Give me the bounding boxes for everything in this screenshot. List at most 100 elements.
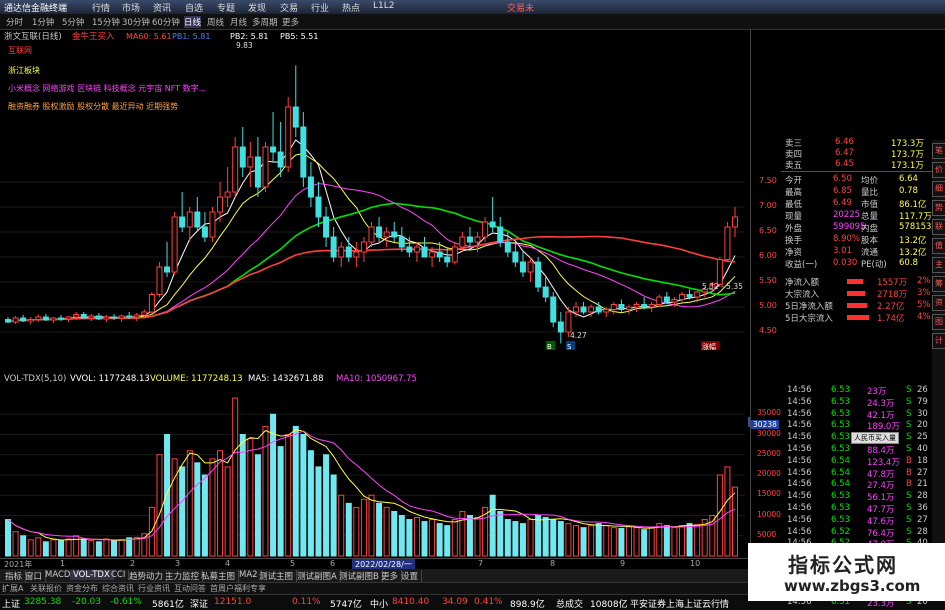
candle-body	[550, 296, 557, 323]
tick-direction: S	[906, 503, 912, 513]
volume-header: VOL-TDX(5,10) VVOL: 1177248.13 VOLUME: 1…	[0, 373, 750, 386]
candle-body	[12, 317, 19, 323]
side-tab[interactable]: 价	[932, 162, 945, 178]
tick-direction: S	[906, 408, 912, 419]
side-tab[interactable]: 势	[932, 200, 945, 216]
tick-count: 18	[917, 455, 928, 466]
vol-ma10: MA10: 1050967.75	[336, 374, 417, 384]
sh-index-change: -20.03	[72, 597, 102, 607]
tooltip: 人民币买入量	[851, 432, 899, 444]
candle-body	[572, 306, 579, 313]
tab-test-main[interactable]: 测试主图	[256, 570, 298, 582]
ext-tab-funds[interactable]: 资金分布	[66, 583, 98, 594]
volume-bar	[398, 515, 405, 557]
tick-volume: 123.4万	[867, 457, 900, 468]
candle-body	[413, 246, 420, 253]
order-label: 卖五	[785, 161, 803, 171]
volume-bar	[610, 527, 617, 557]
ext-tab-promo[interactable]: 首周户福利专享	[210, 583, 266, 594]
menu-quotes[interactable]: 行情	[92, 1, 110, 14]
period-tab-30m[interactable]: 30分钟	[122, 16, 150, 28]
menu-market[interactable]: 市场	[122, 1, 140, 14]
tick-price: 6.54	[831, 467, 850, 478]
signal-label: 金牛王买入	[72, 31, 115, 42]
flow-row: 5日大宗流入 1.74亿 4%	[751, 312, 933, 324]
tab-test-sub-b[interactable]: 测试副图B	[336, 570, 383, 582]
tab-trend-power[interactable]: 趋势动力	[126, 570, 168, 582]
candle-body	[186, 211, 193, 228]
stat-row: 外盘 599095 内盘 578153	[751, 222, 933, 234]
period-tab-intraday[interactable]: 分时	[6, 16, 23, 28]
candle-body	[656, 296, 663, 305]
flow-value: 2718万	[877, 290, 908, 300]
candle-body	[429, 251, 436, 258]
period-tab-weekly[interactable]: 周线	[207, 16, 224, 28]
tick-price: 6.53	[831, 385, 850, 395]
volume-chart[interactable]	[0, 386, 750, 558]
sz-index-value: 12151.0	[214, 597, 252, 607]
candlestick-chart[interactable]: 浙文互联(日线) 金牛王买入 MA60: 5.61 PB1: 5.81 PB2:…	[0, 29, 750, 373]
vol-indicator-name[interactable]: VOL-TDX(5,10)	[4, 374, 66, 384]
ext-tab-related[interactable]: 关联报价	[30, 583, 62, 594]
candle-body	[641, 304, 648, 308]
order-volume: 173.1万	[891, 161, 924, 171]
menu-l1l2[interactable]: L1L2	[373, 1, 394, 11]
period-tab-more[interactable]: 更多	[282, 16, 299, 28]
ext-tab-a[interactable]: 扩展A	[2, 583, 23, 594]
menu-news[interactable]: 资讯	[153, 1, 171, 14]
volume-bar	[618, 527, 625, 557]
volume-bar	[95, 541, 102, 557]
period-tab-60m[interactable]: 60分钟	[152, 16, 180, 28]
side-tab[interactable]: 资	[932, 295, 945, 311]
volume-bar	[663, 525, 670, 557]
menu-industry[interactable]: 行业	[311, 1, 329, 14]
stat-label: 流通	[861, 248, 879, 258]
tick-time: 14:56	[787, 396, 812, 407]
menu-trade[interactable]: 交易	[280, 1, 298, 14]
trade-button[interactable]: 交易未	[507, 1, 534, 14]
side-tab[interactable]: 笔	[932, 143, 945, 159]
period-tab-multi[interactable]: 多周期	[252, 16, 278, 28]
stock-name: 浙文互联(日线)	[4, 31, 62, 42]
side-tab[interactable]: 值	[932, 238, 945, 254]
menu-discover[interactable]: 发现	[248, 1, 266, 14]
candle-body	[466, 236, 473, 243]
candle-body	[126, 315, 133, 318]
period-tab-5m[interactable]: 5分钟	[62, 16, 84, 28]
volume-bar	[20, 535, 27, 557]
ext-tab-news[interactable]: 综合资讯	[102, 583, 134, 594]
tab-test-sub-a[interactable]: 测试副图A	[294, 570, 341, 582]
tick-price: 6.53	[831, 396, 850, 407]
tab-main-monitor[interactable]: 主力监控	[162, 570, 204, 582]
period-tab-15m[interactable]: 15分钟	[92, 16, 120, 28]
volume-bar	[550, 519, 557, 557]
stat-value: 0.78	[899, 186, 918, 196]
watermark-url: www.zbgs3.com	[784, 577, 921, 595]
period-tab-1m[interactable]: 1分钟	[32, 16, 54, 28]
date-label-9: 9	[620, 559, 626, 568]
side-tab[interactable]: 主	[932, 257, 945, 273]
side-tab[interactable]: 筹	[932, 276, 945, 292]
volume-bar	[133, 536, 140, 557]
volume-bar	[678, 525, 685, 557]
menu-hot[interactable]: 热点	[342, 1, 360, 14]
tick-count: 40	[917, 444, 928, 454]
tab-private-main[interactable]: 私募主图	[198, 570, 240, 582]
ext-tab-qa[interactable]: 互动问答	[174, 583, 206, 594]
stat-value: 86.1亿	[899, 200, 927, 210]
watermark-title: 指标公式网	[788, 553, 898, 577]
side-tab[interactable]: 图	[932, 314, 945, 330]
side-tab[interactable]: 细	[932, 181, 945, 197]
period-tab-daily[interactable]: 日线	[184, 16, 202, 28]
menu-topics[interactable]: 专题	[217, 1, 235, 14]
menu-watchlist[interactable]: 自选	[185, 1, 203, 14]
tick-time: 14:56	[787, 408, 812, 419]
ext-tab-industry-news[interactable]: 行业资讯	[138, 583, 170, 594]
tick-row: 14:56 6.52 76.4万 S 28	[751, 527, 933, 539]
period-tab-monthly[interactable]: 月线	[230, 16, 247, 28]
side-tab[interactable]: 联	[932, 219, 945, 235]
volume-bar	[300, 434, 307, 557]
tab-settings[interactable]: 设置	[398, 570, 423, 582]
tick-count: 25	[917, 432, 928, 443]
side-tab[interactable]: 计	[932, 333, 945, 349]
